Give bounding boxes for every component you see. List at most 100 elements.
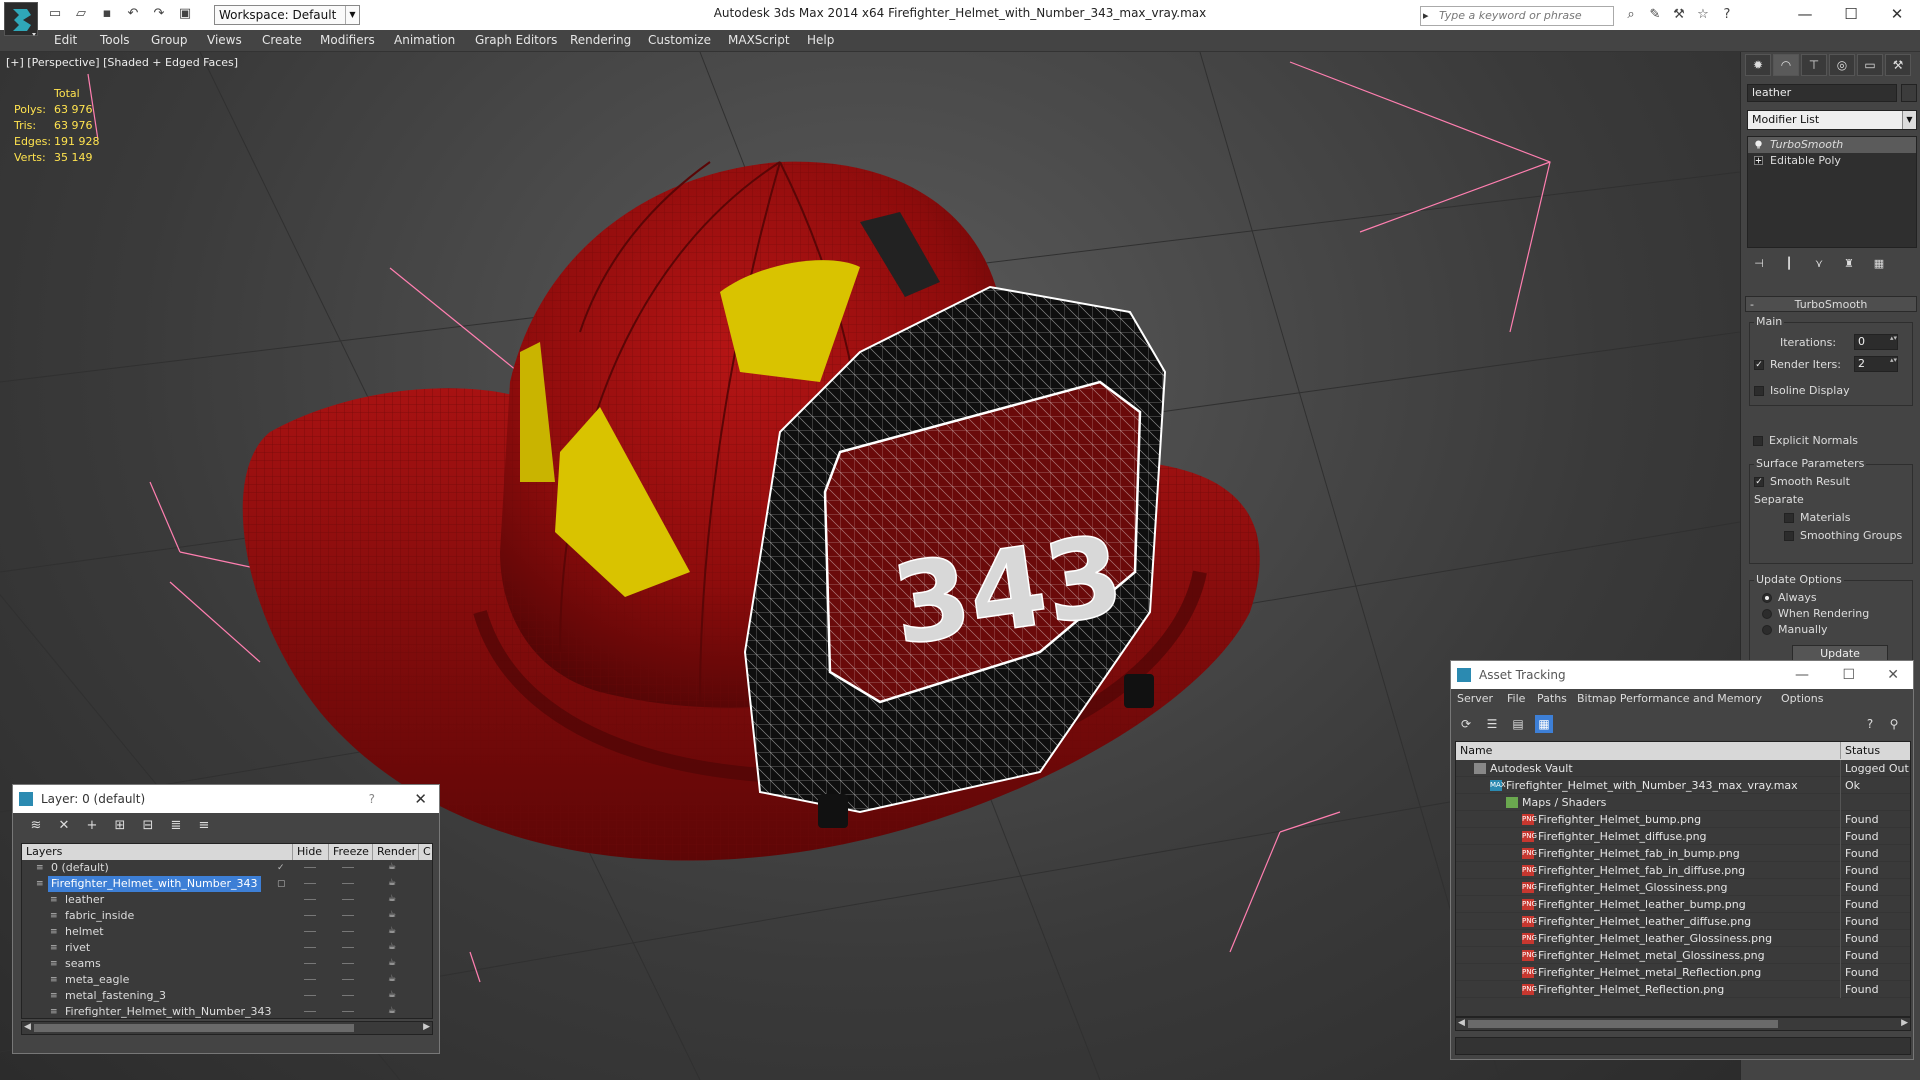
freeze-toggle[interactable]: [342, 899, 354, 900]
hide-toggle[interactable]: [304, 867, 316, 868]
asset-row[interactable]: PNG Firefighter_Helmet_leather_bump.png Fo…: [1456, 896, 1910, 913]
table-view-icon[interactable]: ▦: [1535, 715, 1553, 733]
expand-plus-icon[interactable]: [1754, 156, 1763, 165]
layer-row[interactable]: ≡ Firefighter_Helmet_with_Number_343 ▢ ☕: [22, 876, 432, 892]
hide-toggle[interactable]: [304, 963, 316, 964]
scroll-left-icon[interactable]: ◀: [1458, 1018, 1465, 1028]
layer-row[interactable]: ≡ seams ☕: [22, 956, 432, 972]
smoothing-groups-checkbox[interactable]: [1784, 531, 1794, 541]
freeze-all-icon[interactable]: ≡: [195, 817, 213, 835]
col-hide[interactable]: Hide: [292, 844, 322, 860]
make-unique-icon[interactable]: ⋎: [1811, 256, 1827, 272]
close-icon[interactable]: ✕: [1874, 0, 1920, 30]
communication-icon[interactable]: ✎: [1646, 6, 1664, 24]
asset-row[interactable]: PNG Firefighter_Helmet_fab_in_bump.png Fou…: [1456, 845, 1910, 862]
render-teapot-icon[interactable]: ☕: [388, 895, 398, 904]
col-name[interactable]: Name: [1456, 742, 1492, 759]
render-teapot-icon[interactable]: ☕: [388, 879, 398, 888]
refresh-icon[interactable]: ⟳: [1457, 715, 1475, 733]
hide-toggle[interactable]: [304, 931, 316, 932]
materials-checkbox[interactable]: [1784, 513, 1794, 523]
help-icon[interactable]: ?: [1718, 6, 1736, 24]
create-layer-icon[interactable]: ≋: [27, 817, 45, 835]
asset-row[interactable]: PNG Firefighter_Helmet_bump.png Found: [1456, 811, 1910, 828]
menu-help[interactable]: Help: [807, 33, 834, 47]
iterations-spinner[interactable]: 0: [1854, 334, 1898, 350]
freeze-toggle[interactable]: [342, 979, 354, 980]
minimize-icon[interactable]: —: [1795, 661, 1809, 689]
remove-modifier-icon[interactable]: ♜: [1841, 256, 1857, 272]
freeze-toggle[interactable]: [342, 963, 354, 964]
menu-graph-editors[interactable]: Graph Editors: [475, 33, 557, 47]
asset-menu-server[interactable]: Server: [1457, 689, 1493, 709]
favorites-star-icon[interactable]: ☆: [1694, 6, 1712, 24]
freeze-toggle[interactable]: [342, 1011, 354, 1012]
scroll-right-icon[interactable]: ▶: [1901, 1018, 1908, 1028]
col-layers[interactable]: Layers: [22, 844, 62, 860]
stack-item-turbosmooth[interactable]: TurboSmooth: [1748, 137, 1916, 153]
asset-row[interactable]: PNG Firefighter_Helmet_fab_in_diffuse.png…: [1456, 862, 1910, 879]
pin-icon[interactable]: ⚲: [1885, 715, 1903, 733]
when-rendering-radio[interactable]: [1762, 609, 1772, 619]
help-icon[interactable]: ?: [369, 785, 375, 813]
binoculars-icon[interactable]: ⌕: [1622, 6, 1640, 24]
close-icon[interactable]: ✕: [414, 785, 427, 813]
asset-dialog-titlebar[interactable]: Asset Tracking — ☐ ✕: [1451, 661, 1913, 689]
asset-path-field[interactable]: [1455, 1037, 1911, 1055]
render-teapot-icon[interactable]: ☕: [388, 927, 398, 936]
menu-edit[interactable]: Edit: [54, 33, 77, 47]
close-icon[interactable]: ✕: [1887, 661, 1899, 689]
col-extra[interactable]: C: [418, 844, 431, 860]
asset-menu-options[interactable]: Options: [1781, 689, 1823, 709]
display-tab-icon[interactable]: ▭: [1857, 54, 1883, 76]
render-teapot-icon[interactable]: ☕: [388, 863, 398, 872]
menu-maxscript[interactable]: MAXScript: [728, 33, 790, 47]
maximize-icon[interactable]: ☐: [1828, 0, 1874, 30]
render-teapot-icon[interactable]: ☕: [388, 975, 398, 984]
add-to-layer-icon[interactable]: +: [83, 817, 101, 835]
redo-icon[interactable]: ↷: [150, 5, 168, 23]
layer-dialog-titlebar[interactable]: Layer: 0 (default) ? ✕: [13, 785, 439, 813]
exchange-icon[interactable]: ⚒: [1670, 6, 1688, 24]
search-input[interactable]: Type a keyword or phrase: [1420, 6, 1614, 26]
save-icon[interactable]: ▪: [98, 5, 116, 23]
menu-rendering[interactable]: Rendering: [570, 33, 631, 47]
viewport-label-menu[interactable]: [+] [Perspective] [Shaded + Edged Faces]: [6, 56, 238, 69]
highlight-layer-icon[interactable]: ⊟: [139, 817, 157, 835]
menu-customize[interactable]: Customize: [648, 33, 711, 47]
freeze-toggle[interactable]: [342, 915, 354, 916]
always-radio[interactable]: [1762, 593, 1772, 603]
asset-row[interactable]: PNG Firefighter_Helmet_Glossiness.png Foun…: [1456, 879, 1910, 896]
asset-row[interactable]: PNG Firefighter_Helmet_leather_Glossiness…: [1456, 930, 1910, 947]
workspace-dropdown[interactable]: Workspace: Default ▼: [214, 5, 360, 25]
maximize-icon[interactable]: ☐: [1842, 661, 1855, 689]
render-iters-checkbox[interactable]: ✓: [1754, 360, 1764, 370]
asset-row[interactable]: PNG Firefighter_Helmet_metal_Glossiness.p…: [1456, 947, 1910, 964]
thumbnail-view-icon[interactable]: ▤: [1509, 715, 1527, 733]
undo-icon[interactable]: ↶: [124, 5, 142, 23]
freeze-toggle[interactable]: [342, 995, 354, 996]
minimize-icon[interactable]: —: [1782, 0, 1828, 30]
render-iters-spinner[interactable]: 2: [1854, 356, 1898, 372]
hierarchy-tab-icon[interactable]: ⊤: [1801, 54, 1827, 76]
select-objects-icon[interactable]: ⊞: [111, 817, 129, 835]
asset-menu-file[interactable]: File: [1507, 689, 1525, 709]
col-status[interactable]: Status: [1840, 742, 1880, 759]
stack-item-editable-poly[interactable]: Editable Poly: [1748, 153, 1916, 169]
menu-modifiers[interactable]: Modifiers: [320, 33, 375, 47]
asset-row[interactable]: Autodesk Vault Logged Out: [1456, 760, 1910, 777]
modifier-list-dropdown[interactable]: Modifier List ▼: [1747, 110, 1917, 130]
app-logo-button[interactable]: [4, 2, 38, 36]
hide-toggle[interactable]: [304, 979, 316, 980]
object-name-field[interactable]: leather: [1747, 84, 1897, 102]
smooth-result-checkbox[interactable]: ✓: [1754, 477, 1764, 487]
list-view-icon[interactable]: ☰: [1483, 715, 1501, 733]
asset-row[interactable]: Maps / Shaders: [1456, 794, 1910, 811]
col-freeze[interactable]: Freeze: [328, 844, 369, 860]
asset-row[interactable]: PNG Firefighter_Helmet_diffuse.png Found: [1456, 828, 1910, 845]
scroll-left-icon[interactable]: ◀: [24, 1022, 31, 1032]
hide-toggle[interactable]: [304, 995, 316, 996]
asset-row[interactable]: MAX Firefighter_Helmet_with_Number_343_ma…: [1456, 777, 1910, 794]
render-teapot-icon[interactable]: ☕: [388, 911, 398, 920]
freeze-toggle[interactable]: [342, 947, 354, 948]
